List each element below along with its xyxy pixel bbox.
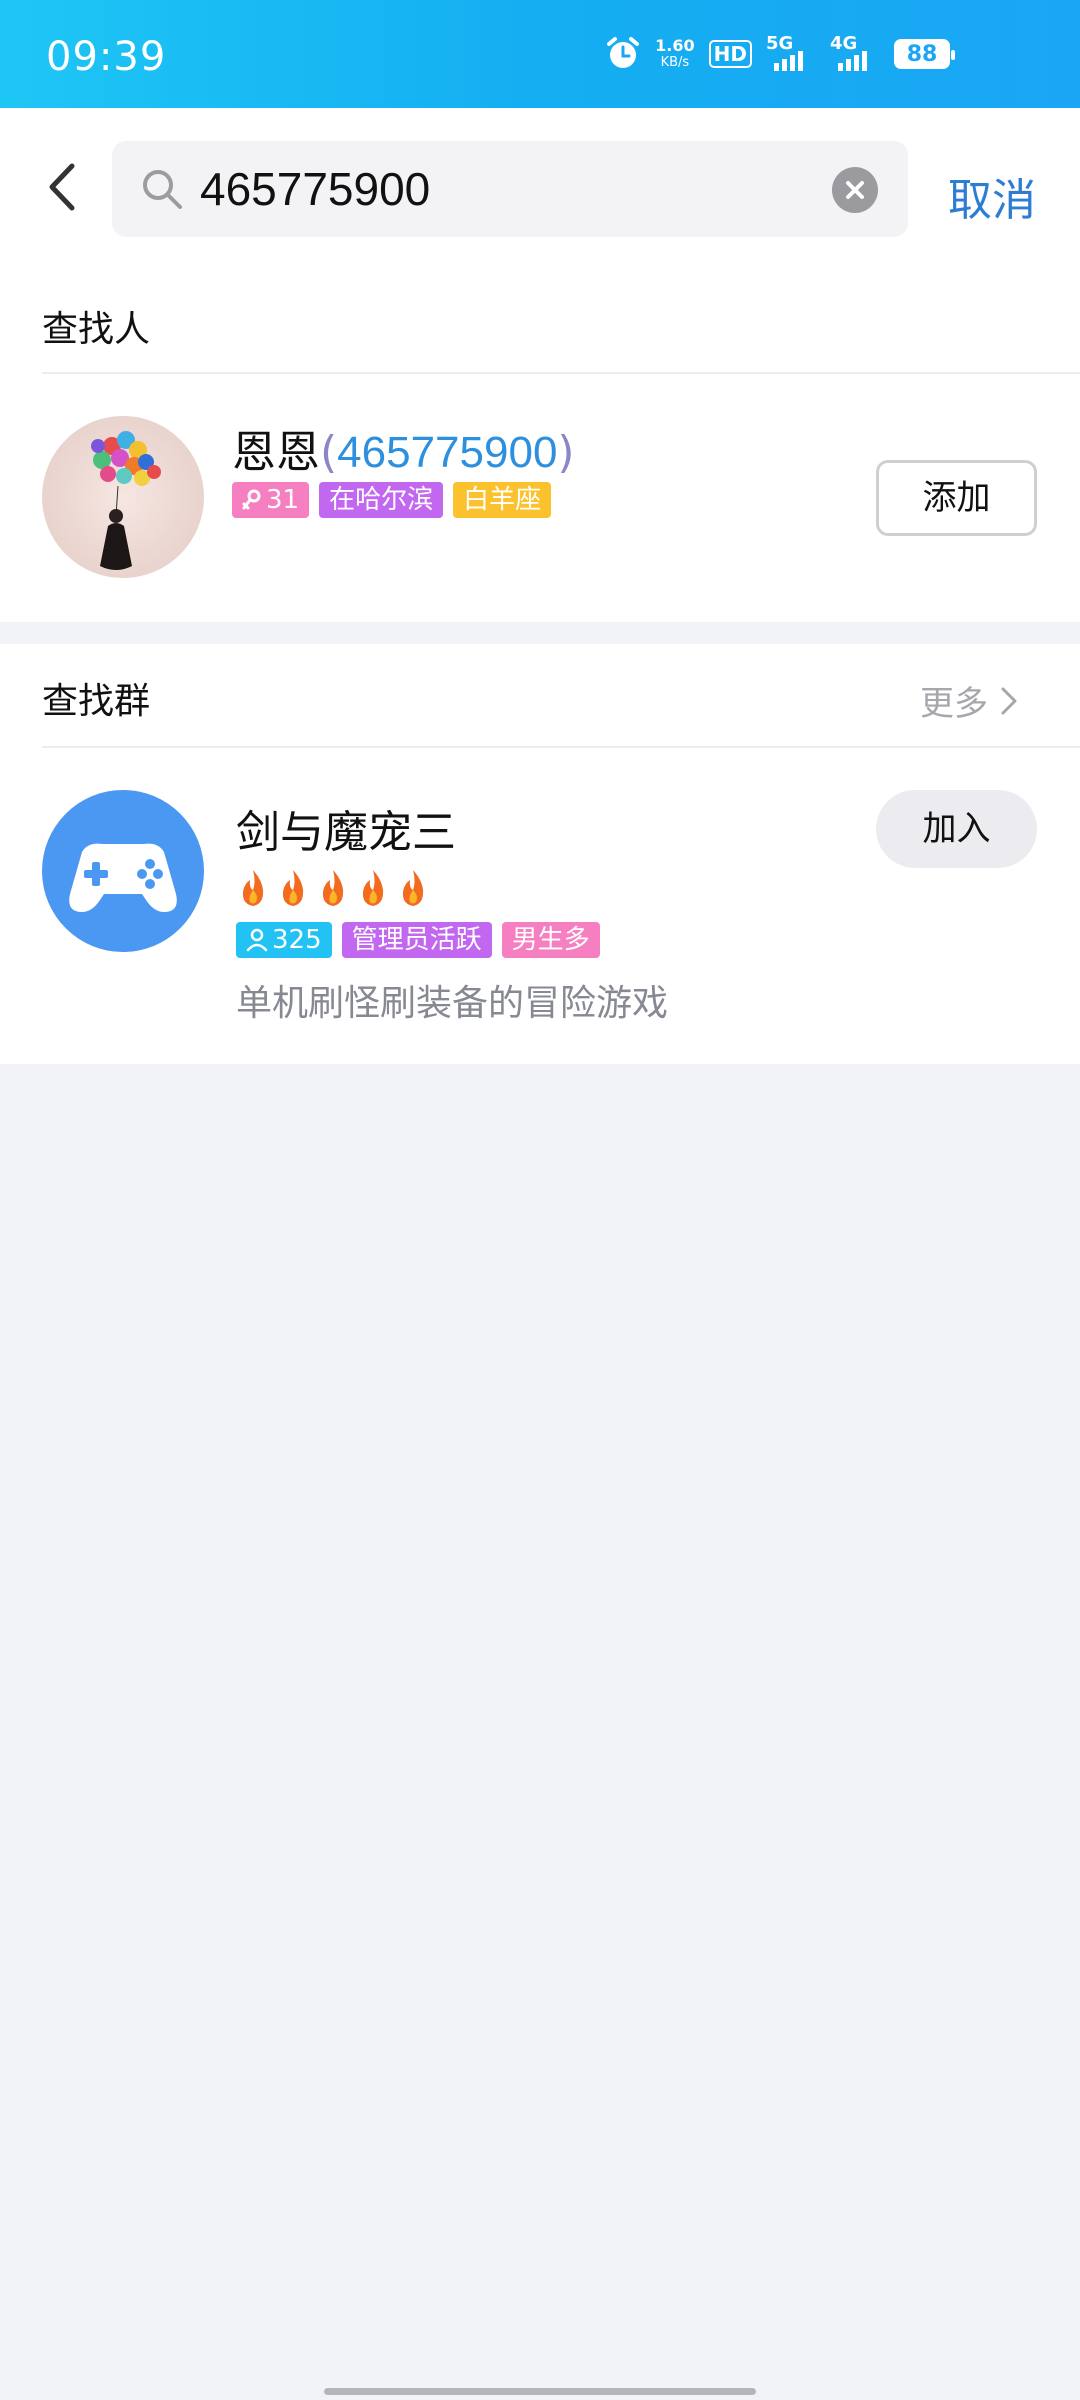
gender-badge: 男生多 bbox=[501, 922, 600, 958]
group-section-title: 查找群 bbox=[42, 681, 151, 722]
group-tags: 325 管理员活跃 男生多 bbox=[236, 922, 600, 958]
person-uid: 465775900 bbox=[337, 428, 558, 477]
group-description: 单机刷怪刷装备的冒险游戏 bbox=[236, 983, 669, 1024]
divider bbox=[42, 372, 1080, 374]
clear-icon[interactable] bbox=[832, 167, 878, 213]
chevron-right-icon bbox=[1001, 687, 1017, 714]
status-bar: 09:39 1.60 KB/s HD 5G 4G 88 bbox=[0, 0, 1080, 108]
fire-icon bbox=[242, 870, 264, 906]
back-icon[interactable] bbox=[42, 160, 82, 214]
fire-icon bbox=[362, 870, 384, 906]
fire-icon bbox=[282, 870, 304, 906]
group-heat-rating bbox=[236, 868, 430, 908]
search-input[interactable] bbox=[200, 141, 800, 237]
group-name[interactable]: 剑与魔宠三 bbox=[236, 796, 456, 860]
location-badge: 在哈尔滨 bbox=[319, 482, 444, 518]
status-time: 09:39 bbox=[46, 34, 167, 80]
home-indicator[interactable] bbox=[324, 2388, 756, 2395]
search-header: 取消 bbox=[0, 108, 1080, 258]
member-icon bbox=[246, 928, 268, 952]
age-badge: 31 bbox=[232, 482, 310, 518]
join-group-button[interactable]: 加入 bbox=[876, 790, 1037, 868]
group-avatar[interactable] bbox=[42, 790, 204, 952]
more-groups-button[interactable]: 更多 bbox=[920, 676, 1018, 725]
divider bbox=[42, 746, 1080, 748]
net-speed-unit: KB/s bbox=[660, 55, 690, 70]
signal-4g-icon: 4G bbox=[830, 33, 880, 71]
add-friend-button[interactable]: 添加 bbox=[876, 460, 1037, 536]
person-tags: 31 在哈尔滨 白羊座 bbox=[232, 482, 552, 518]
net-speed: 1.60 KB/s bbox=[655, 37, 694, 71]
person-nickname: 恩恩 bbox=[232, 427, 320, 478]
member-count: 325 bbox=[272, 925, 322, 955]
zodiac-badge: 白羊座 bbox=[453, 482, 552, 518]
search-box[interactable] bbox=[112, 141, 908, 237]
search-icon bbox=[143, 170, 182, 209]
alarm-icon bbox=[607, 37, 640, 68]
people-section-title: 查找人 bbox=[42, 309, 151, 350]
avatar[interactable] bbox=[42, 416, 204, 578]
female-icon bbox=[242, 489, 261, 510]
member-count-badge: 325 bbox=[236, 922, 332, 958]
fire-icon bbox=[402, 870, 424, 906]
battery-icon: 88 bbox=[894, 39, 955, 69]
admin-active-badge: 管理员活跃 bbox=[341, 922, 492, 958]
hd-icon: HD bbox=[708, 40, 752, 68]
fire-icon bbox=[322, 870, 344, 906]
gamepad-icon bbox=[69, 843, 177, 912]
more-label: 更多 bbox=[920, 684, 988, 724]
person-name[interactable]: 恩恩(465775900) bbox=[232, 416, 575, 480]
cancel-button[interactable]: 取消 bbox=[948, 164, 1036, 228]
age-value: 31 bbox=[266, 485, 300, 515]
uid-close-paren: ) bbox=[557, 427, 575, 478]
signal-5g-icon: 5G bbox=[766, 33, 816, 71]
net-speed-value: 1.60 bbox=[655, 36, 695, 55]
status-icons: 1.60 KB/s HD 5G 4G 88 bbox=[605, 33, 955, 72]
uid-open-paren: ( bbox=[320, 427, 338, 478]
